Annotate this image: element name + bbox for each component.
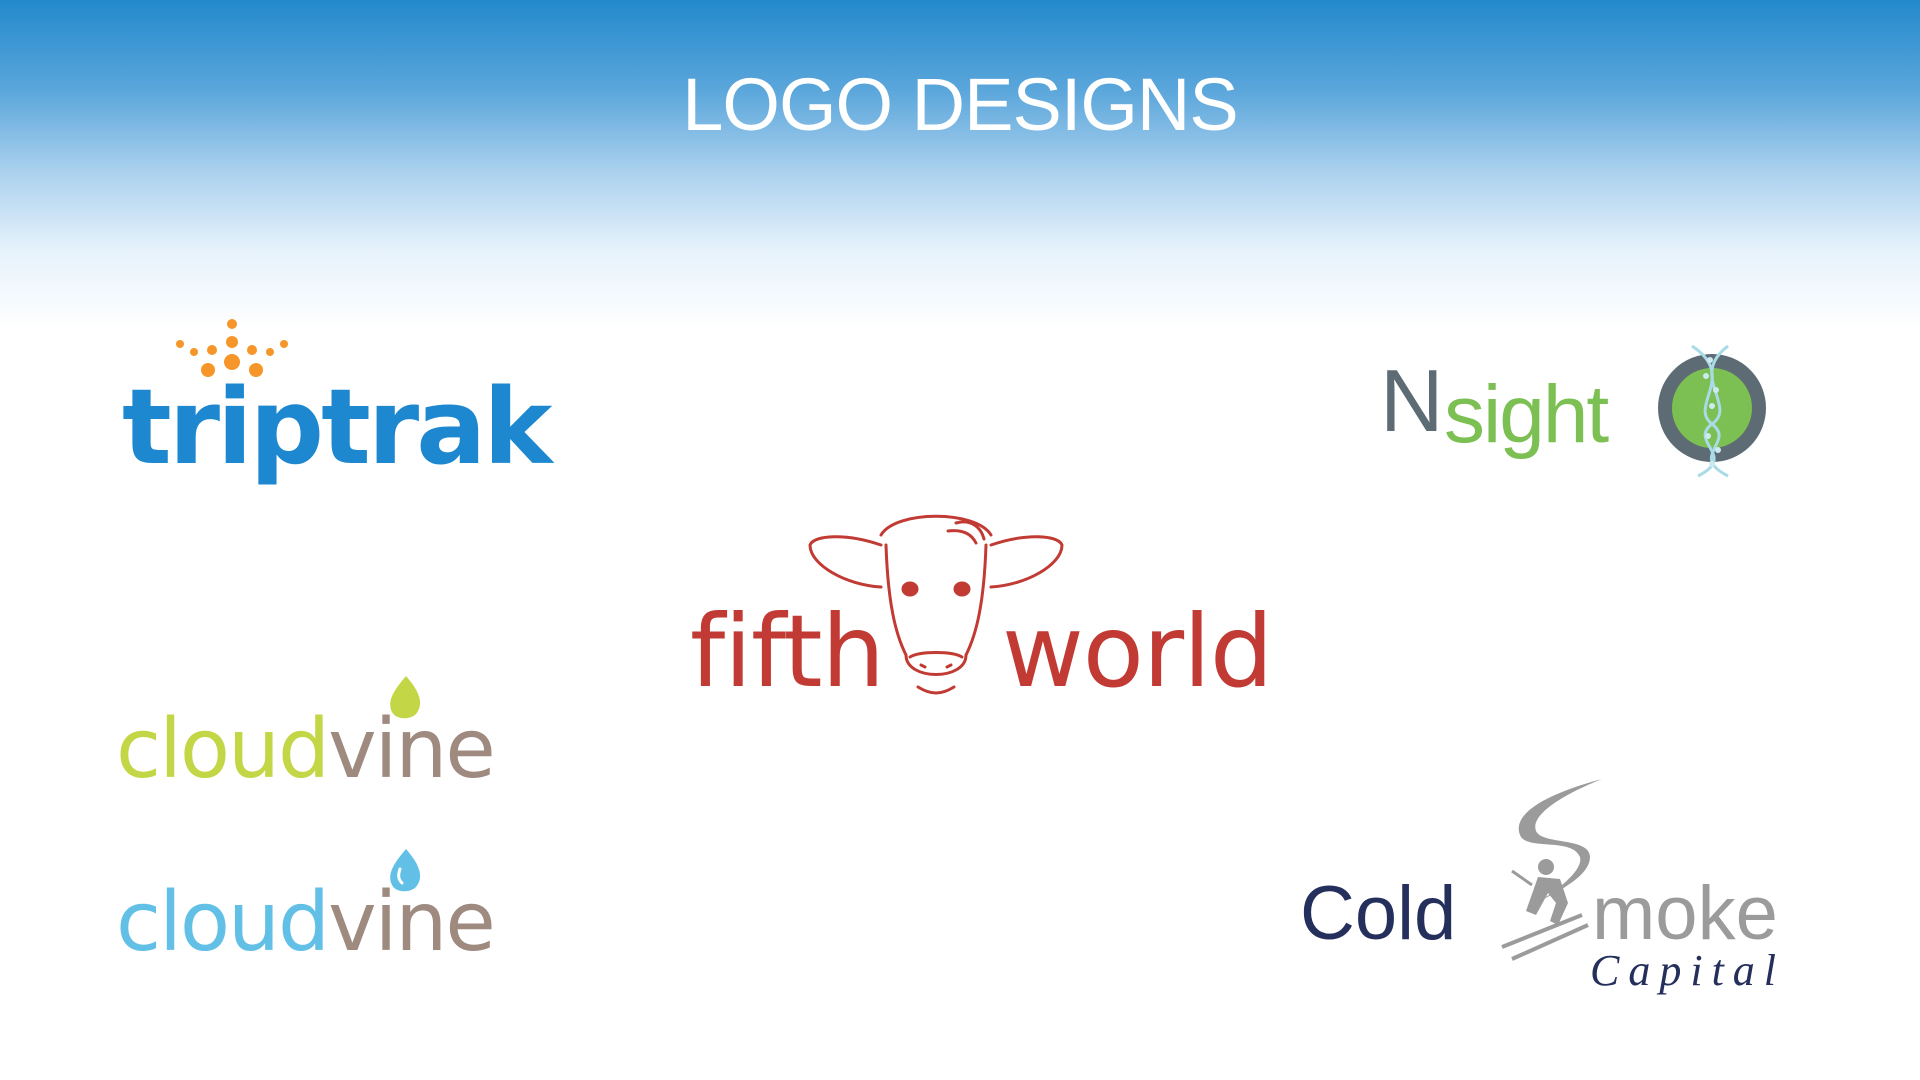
triptrak-wordmark: triptrak [122, 366, 552, 488]
coldsmoke-cold-word: Cold [1300, 871, 1457, 956]
coldsmoke-capital-word: Capital [1590, 946, 1786, 995]
cloudvine-wordmark: cloudvine [116, 875, 496, 970]
slide-title: LOGO DESIGNS [682, 63, 1238, 146]
fifthworld-right-word: world [1002, 593, 1273, 710]
cloudvine-vine-word: vine [328, 702, 496, 797]
nsight-logo: N sight [1380, 344, 1780, 480]
coldsmoke-logo: Cold moke Capital [1300, 775, 1820, 995]
cloudvine-wordmark: cloudvine [116, 702, 496, 797]
cloudvine-cloud-word: cloud [116, 702, 330, 797]
cloudvine-vine-word: vine [328, 875, 496, 970]
dna-helix-circle-icon [1658, 344, 1766, 478]
coldsmoke-moke-word: moke [1592, 871, 1778, 956]
fifthworld-logo: fifth world [690, 505, 1273, 715]
cloudvine-logo-blue: cloudvine [116, 849, 536, 970]
cloudvine-cloud-word: cloud [116, 875, 330, 970]
triptrak-logo: triptrak [122, 318, 552, 488]
nsight-wordmark: sight [1444, 369, 1609, 460]
nsight-letter-n: N [1380, 351, 1444, 450]
cloudvine-logo-green: cloudvine [116, 676, 536, 797]
